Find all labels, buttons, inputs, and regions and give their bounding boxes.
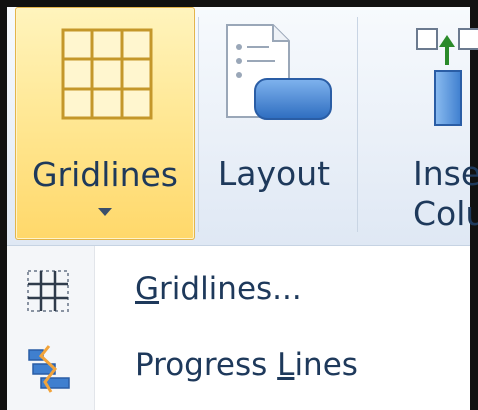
- mnemonic-letter: L: [277, 347, 295, 383]
- gridlines-dropdown-button[interactable]: Gridlines: [15, 7, 195, 240]
- label-rest: ines: [294, 347, 358, 383]
- layout-document-icon: [226, 24, 332, 120]
- menu-item-label: Gridlines...: [135, 267, 302, 311]
- menu-item-gridlines[interactable]: Gridlines...: [7, 254, 470, 326]
- insert-column-icon: [416, 28, 478, 126]
- mnemonic-letter: G: [135, 271, 160, 307]
- ribbon-separator: [198, 17, 199, 232]
- ribbon-group: Gridlines Layout Inse Colu: [7, 7, 478, 246]
- insert-column-label-line1: Inse: [413, 154, 478, 193]
- menu-item-progress-lines[interactable]: Progress Lines: [7, 330, 470, 402]
- insert-column-button[interactable]: Inse Colu: [369, 7, 478, 240]
- ribbon-separator: [357, 17, 358, 232]
- gridlines-button-label: Gridlines: [31, 155, 178, 194]
- menu-item-label: Progress Lines: [135, 343, 358, 387]
- gridlines-dotted-icon: [27, 270, 69, 312]
- label-rest: ridlines...: [159, 271, 302, 307]
- layout-button-label: Layout: [217, 154, 331, 193]
- insert-column-label-line2: Colu: [413, 194, 478, 233]
- layout-button[interactable]: Layout: [201, 7, 347, 240]
- table-grid-icon: [61, 28, 153, 120]
- label-before: Progress: [135, 347, 278, 383]
- gridlines-dropdown-menu: Gridlines... Progress Lines: [7, 246, 470, 410]
- progress-lines-icon: [28, 345, 70, 393]
- chevron-down-icon: [98, 208, 112, 216]
